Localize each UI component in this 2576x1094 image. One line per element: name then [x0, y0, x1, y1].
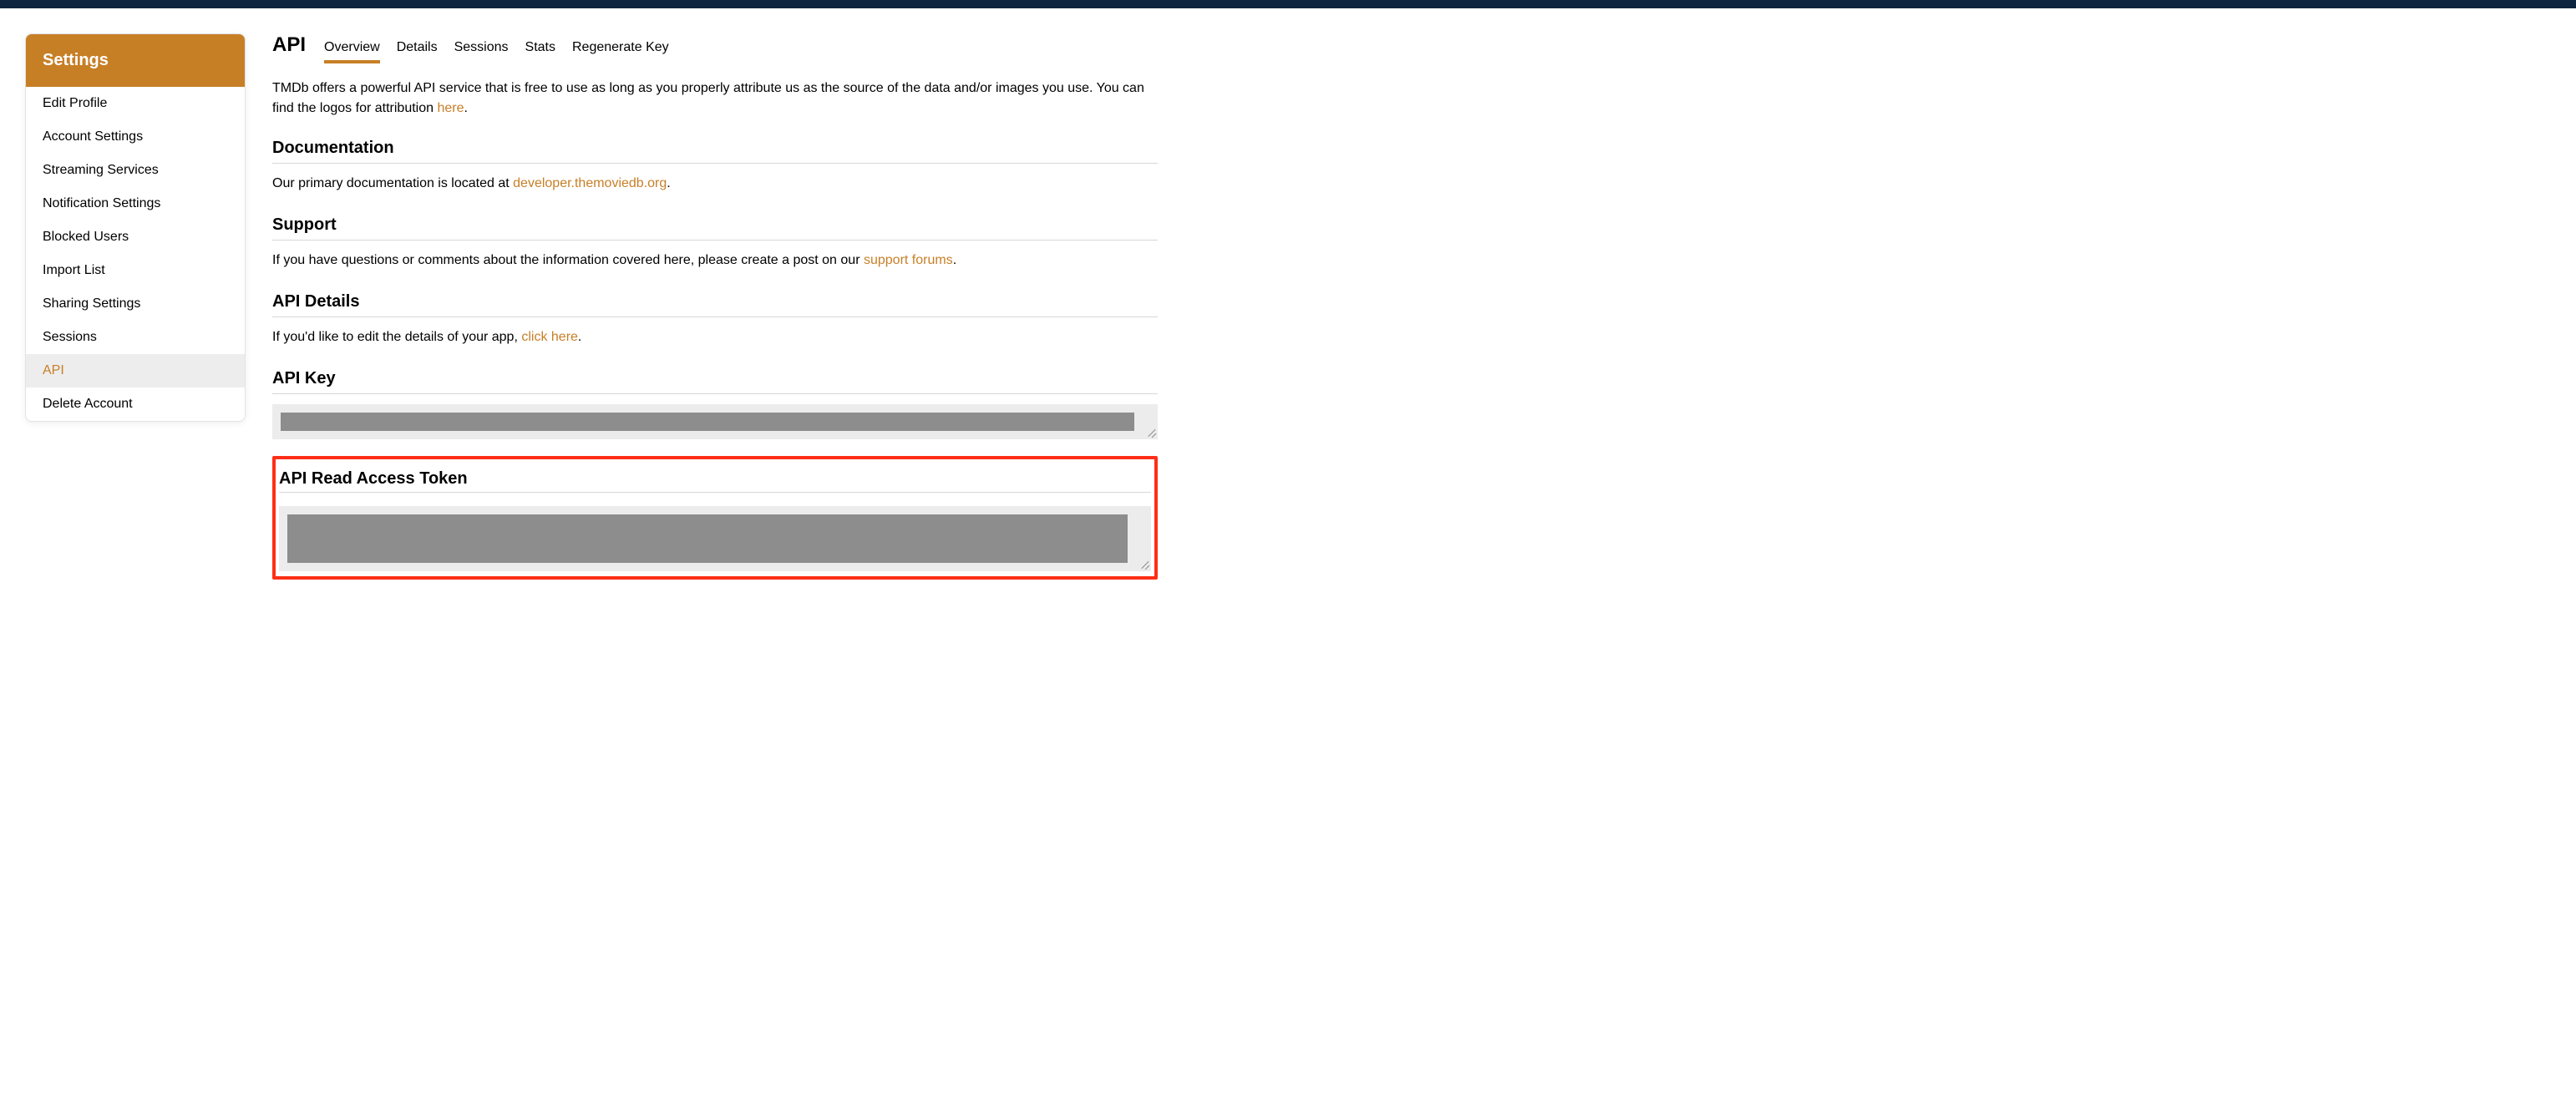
edit-app-link[interactable]: click here — [521, 330, 578, 344]
main-content: API Overview Details Sessions Stats Rege… — [272, 33, 1158, 580]
api-key-field-wrap — [272, 404, 1158, 439]
documentation-text-before: Our primary documentation is located at — [272, 176, 513, 190]
intro-text: TMDb offers a powerful API service that … — [272, 79, 1158, 119]
sidebar-item-sessions[interactable]: Sessions — [26, 321, 245, 354]
sidebar-item-api[interactable]: API — [26, 354, 245, 387]
sidebar-item-account-settings[interactable]: Account Settings — [26, 120, 245, 154]
tab-stats[interactable]: Stats — [525, 40, 555, 63]
api-key-heading: API Key — [272, 369, 1158, 394]
settings-sidebar: Settings Edit Profile Account Settings S… — [25, 33, 246, 422]
sidebar-item-edit-profile[interactable]: Edit Profile — [26, 87, 245, 120]
tab-regenerate-key[interactable]: Regenerate Key — [572, 40, 669, 63]
support-text-before: If you have questions or comments about … — [272, 253, 864, 267]
title-row: API Overview Details Sessions Stats Rege… — [272, 33, 1158, 63]
documentation-link[interactable]: developer.themoviedb.org — [513, 176, 667, 190]
top-strip — [0, 0, 2576, 8]
support-text: If you have questions or comments about … — [272, 251, 1158, 271]
api-details-text-before: If you'd like to edit the details of you… — [272, 330, 521, 344]
resize-handle-icon[interactable] — [1139, 560, 1149, 570]
resize-handle-icon[interactable] — [1146, 428, 1156, 438]
page-container: Settings Edit Profile Account Settings S… — [0, 8, 2576, 605]
support-heading: Support — [272, 215, 1158, 241]
attribution-link[interactable]: here — [437, 101, 464, 115]
read-access-token-highlight: API Read Access Token — [272, 456, 1158, 580]
api-key-value[interactable] — [281, 413, 1134, 431]
read-access-token-field-wrap — [279, 506, 1151, 571]
documentation-text-after: . — [667, 176, 670, 190]
sidebar-item-sharing-settings[interactable]: Sharing Settings — [26, 287, 245, 321]
tab-sessions[interactable]: Sessions — [454, 40, 509, 63]
support-forums-link[interactable]: support forums — [864, 253, 953, 267]
intro-text-after: . — [464, 101, 467, 115]
api-key-block: API Key — [272, 369, 1158, 439]
tab-details[interactable]: Details — [397, 40, 438, 63]
sidebar-item-notification-settings[interactable]: Notification Settings — [26, 187, 245, 220]
api-details-text: If you'd like to edit the details of you… — [272, 327, 1158, 347]
api-details-heading: API Details — [272, 292, 1158, 317]
sidebar-item-blocked-users[interactable]: Blocked Users — [26, 220, 245, 254]
api-details-text-after: . — [578, 330, 581, 344]
sidebar-item-streaming-services[interactable]: Streaming Services — [26, 154, 245, 187]
intro-text-before: TMDb offers a powerful API service that … — [272, 81, 1144, 115]
documentation-heading: Documentation — [272, 139, 1158, 164]
tab-overview[interactable]: Overview — [324, 40, 380, 63]
documentation-text: Our primary documentation is located at … — [272, 174, 1158, 194]
read-access-token-value[interactable] — [287, 514, 1128, 563]
page-title: API — [272, 33, 306, 57]
read-access-token-heading: API Read Access Token — [279, 469, 1151, 493]
sidebar-item-delete-account[interactable]: Delete Account — [26, 387, 245, 421]
support-text-after: . — [953, 253, 956, 267]
sidebar-title: Settings — [26, 34, 245, 87]
api-tabs: Overview Details Sessions Stats Regenera… — [324, 40, 669, 63]
sidebar-item-import-list[interactable]: Import List — [26, 254, 245, 287]
